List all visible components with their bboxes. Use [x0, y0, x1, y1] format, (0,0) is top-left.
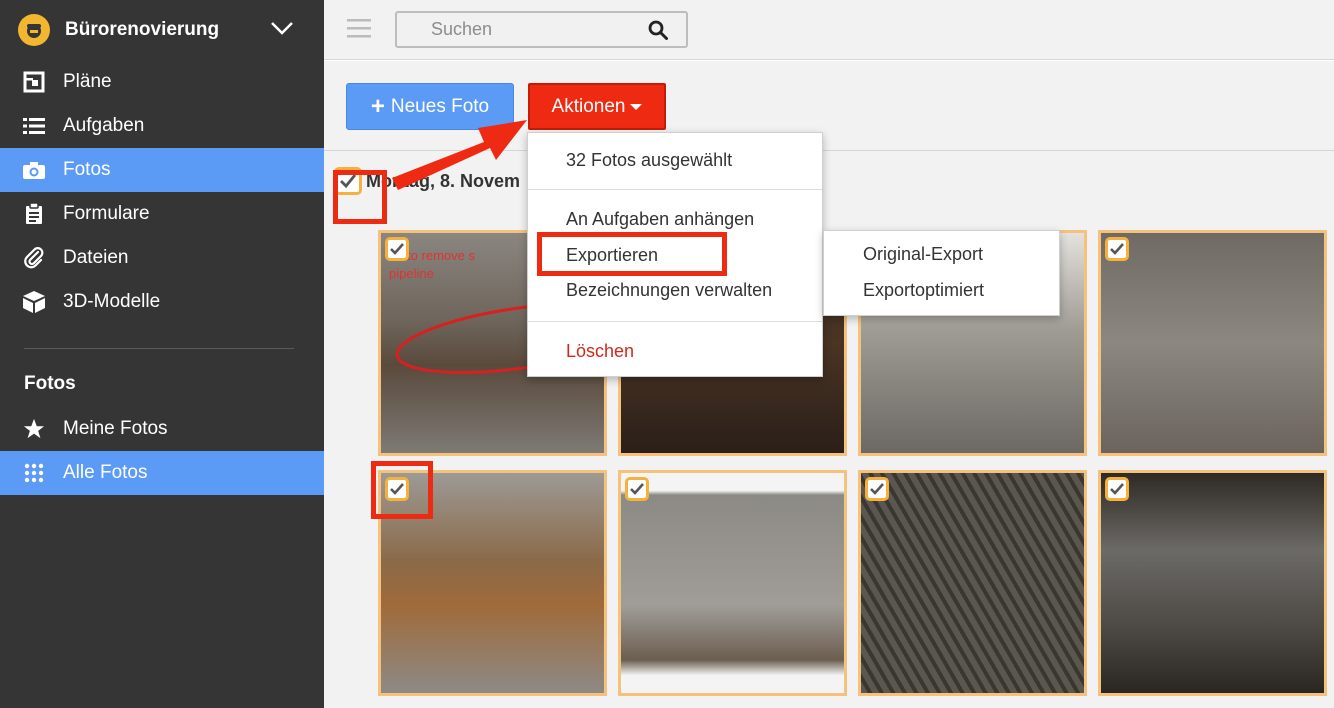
sidebar-section-title: Fotos [24, 373, 76, 394]
sidebar: Bürorenovierung Pläne Aufgaben Fotos For… [0, 0, 324, 708]
chevron-down-icon[interactable] [270, 21, 294, 40]
search-icon[interactable] [648, 20, 668, 45]
clipboard-icon [22, 202, 46, 226]
new-photo-button[interactable]: + Neues Foto [346, 83, 514, 130]
photo-tile[interactable] [858, 470, 1087, 696]
actions-label: Aktionen [551, 95, 626, 117]
top-bar [324, 0, 1334, 60]
menu-item-manage-labels[interactable]: Bezeichnungen verwalten [566, 280, 772, 301]
sidebar-item-label: Formulare [63, 203, 150, 224]
project-logo-icon [18, 14, 50, 46]
highlight-photo-checkbox [371, 461, 433, 519]
photo-checkbox[interactable] [1105, 237, 1129, 261]
menu-item-attach-to-tasks[interactable]: An Aufgaben anhängen [566, 209, 754, 230]
sidebar-item-label: 3D-Modelle [63, 291, 161, 312]
sidebar-item-label: Fotos [63, 159, 111, 180]
list-icon [22, 114, 46, 138]
sidebar-item-3d-models[interactable]: 3D-Modelle [0, 280, 324, 324]
sidebar-item-files[interactable]: Dateien [0, 236, 324, 280]
highlight-export-item [537, 232, 727, 276]
sidebar-item-forms[interactable]: Formulare [0, 192, 324, 236]
sidebar-item-photos[interactable]: Fotos [0, 148, 324, 192]
search-box [395, 11, 688, 48]
menu-item-optimized-export[interactable]: Exportoptimiert [863, 280, 984, 301]
selected-count: 32 Fotos ausgewählt [566, 150, 733, 170]
new-photo-label: Neues Foto [390, 95, 490, 117]
paperclip-icon [22, 246, 46, 270]
annotation-line-2: pipeline [389, 266, 434, 281]
sidebar-item-tasks[interactable]: Aufgaben [0, 104, 324, 148]
dropdown-divider [528, 189, 822, 190]
photo-tile[interactable] [1098, 470, 1327, 696]
highlight-group-checkbox [333, 170, 387, 224]
grid-dots-icon [22, 461, 46, 485]
sidebar-item-plans[interactable]: Pläne [0, 60, 324, 104]
search-input[interactable] [397, 19, 637, 40]
photo-tile[interactable] [1098, 230, 1327, 456]
sidebar-item-label: Alle Fotos [63, 462, 148, 483]
photo-checkbox[interactable] [385, 237, 409, 261]
cube-icon [22, 290, 46, 314]
menu-item-original-export[interactable]: Original-Export [863, 244, 983, 265]
sidebar-item-label: Meine Fotos [63, 418, 168, 439]
star-icon [22, 417, 46, 441]
hamburger-menu-icon[interactable] [347, 18, 371, 43]
export-submenu: Original-Export Exportoptimiert [823, 230, 1060, 316]
floorplan-icon [22, 70, 46, 94]
photo-checkbox[interactable] [865, 477, 889, 501]
sidebar-item-label: Pläne [63, 71, 112, 92]
photo-checkbox[interactable] [625, 477, 649, 501]
dropdown-divider [528, 321, 822, 322]
menu-item-delete[interactable]: Löschen [566, 341, 634, 362]
caret-down-icon [630, 103, 643, 110]
date-label: Montag, 8. Novem [366, 170, 521, 191]
project-switcher[interactable]: Bürorenovierung [0, 0, 324, 60]
photo-tile[interactable] [618, 470, 847, 696]
camera-icon [22, 158, 46, 182]
actions-button[interactable]: Aktionen [528, 83, 666, 130]
photo-checkbox[interactable] [1105, 477, 1129, 501]
sidebar-item-my-photos[interactable]: Meine Fotos [0, 407, 324, 451]
sidebar-item-label: Dateien [63, 247, 129, 268]
sidebar-item-all-photos[interactable]: Alle Fotos [0, 451, 324, 495]
plus-icon: + [370, 92, 385, 120]
project-name: Bürorenovierung [65, 19, 220, 40]
sidebar-item-label: Aufgaben [63, 115, 145, 136]
